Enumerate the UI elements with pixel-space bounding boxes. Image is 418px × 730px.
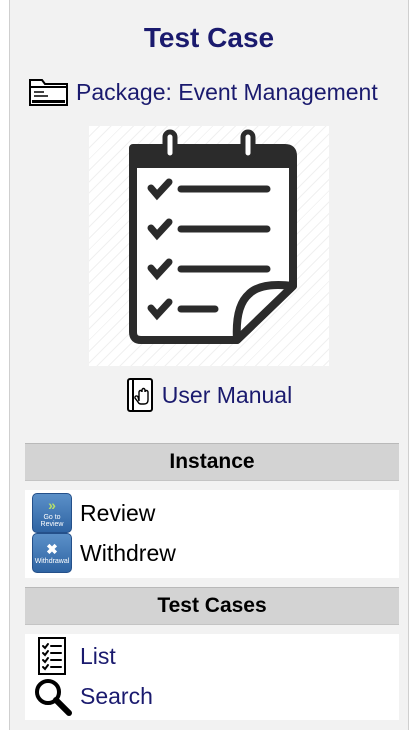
- user-manual-link[interactable]: User Manual: [10, 377, 408, 413]
- go-to-review-icon: » Go to Review: [32, 493, 72, 533]
- withdrawal-icon: ✖ Withdrawal: [32, 533, 72, 573]
- checklist-clipboard-icon: [129, 129, 297, 344]
- list-label: List: [80, 642, 116, 669]
- list-icon: [38, 637, 66, 675]
- instance-section-header: Instance: [25, 443, 399, 481]
- folder-icon: [29, 79, 68, 106]
- withdrew-label: Withdrew: [80, 539, 176, 566]
- list-link[interactable]: List: [32, 636, 116, 676]
- sidebar-panel: Test Case Package: Event Management User…: [9, 0, 409, 730]
- page-title: Test Case: [143, 22, 275, 53]
- search-label: Search: [80, 682, 153, 709]
- manual-book-icon: [126, 378, 153, 412]
- search-link[interactable]: Search: [32, 676, 153, 716]
- user-manual-label: User Manual: [161, 381, 293, 408]
- search-icon: [35, 679, 72, 716]
- review-label: Review: [80, 499, 156, 526]
- hero-image: [89, 126, 329, 366]
- package-link[interactable]: Package: Event Management: [28, 74, 400, 110]
- withdrew-action[interactable]: ✖ Withdrawal Withdrew: [32, 533, 176, 573]
- review-action[interactable]: » Go to Review Review: [32, 493, 155, 533]
- test-cases-section-header: Test Cases: [25, 587, 399, 625]
- package-label: Package: Event Management: [76, 78, 378, 105]
